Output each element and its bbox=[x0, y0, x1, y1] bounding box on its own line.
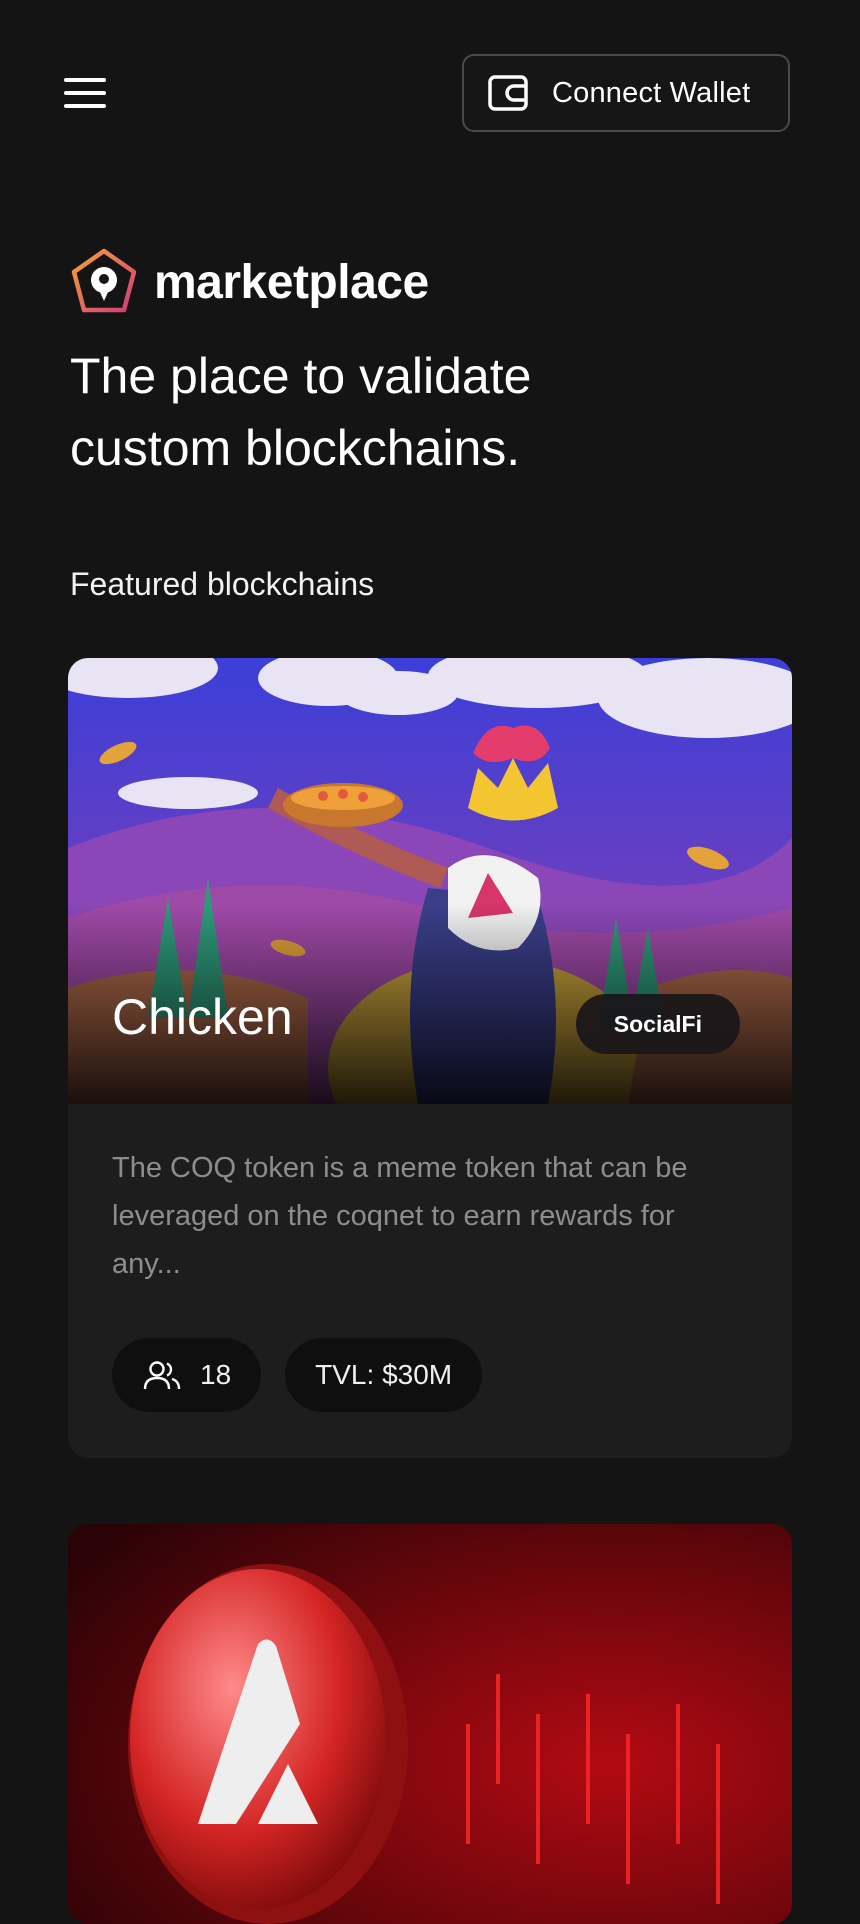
top-bar: Connect Wallet bbox=[0, 0, 860, 190]
wallet-icon bbox=[486, 71, 530, 115]
featured-section-title: Featured blockchains bbox=[70, 566, 375, 602]
card-image bbox=[68, 1524, 792, 1924]
tvl-value: TVL: $30M bbox=[315, 1359, 453, 1390]
headline-line-1: The place to validate bbox=[70, 348, 532, 404]
blockchain-card[interactable] bbox=[68, 1524, 792, 1924]
users-icon bbox=[142, 1355, 182, 1395]
validators-pill: 18 bbox=[112, 1338, 262, 1412]
connect-wallet-label: Connect Wallet bbox=[552, 76, 751, 109]
card-description: The COQ token is a meme token that can b… bbox=[112, 1152, 688, 1280]
blockchain-card[interactable]: Chicken SocialFi The COQ token is a meme… bbox=[68, 658, 792, 1458]
connect-wallet-button[interactable]: Connect Wallet bbox=[462, 54, 790, 132]
tvl-pill: TVL: $30M bbox=[285, 1338, 483, 1412]
marketplace-logo-icon bbox=[68, 246, 140, 318]
hamburger-menu-icon[interactable] bbox=[62, 76, 110, 112]
brand-name: marketplace bbox=[154, 255, 429, 309]
card-stats: 18 TVL: $30M bbox=[112, 1338, 483, 1412]
hero-headline: The place to validate custom blockchains… bbox=[70, 340, 710, 484]
validators-count: 18 bbox=[200, 1359, 232, 1390]
headline-line-2: custom blockchains. bbox=[70, 420, 521, 476]
brand[interactable]: marketplace bbox=[68, 246, 429, 318]
category-badge: SocialFi bbox=[575, 994, 740, 1054]
card-title: Chicken bbox=[112, 989, 293, 1045]
